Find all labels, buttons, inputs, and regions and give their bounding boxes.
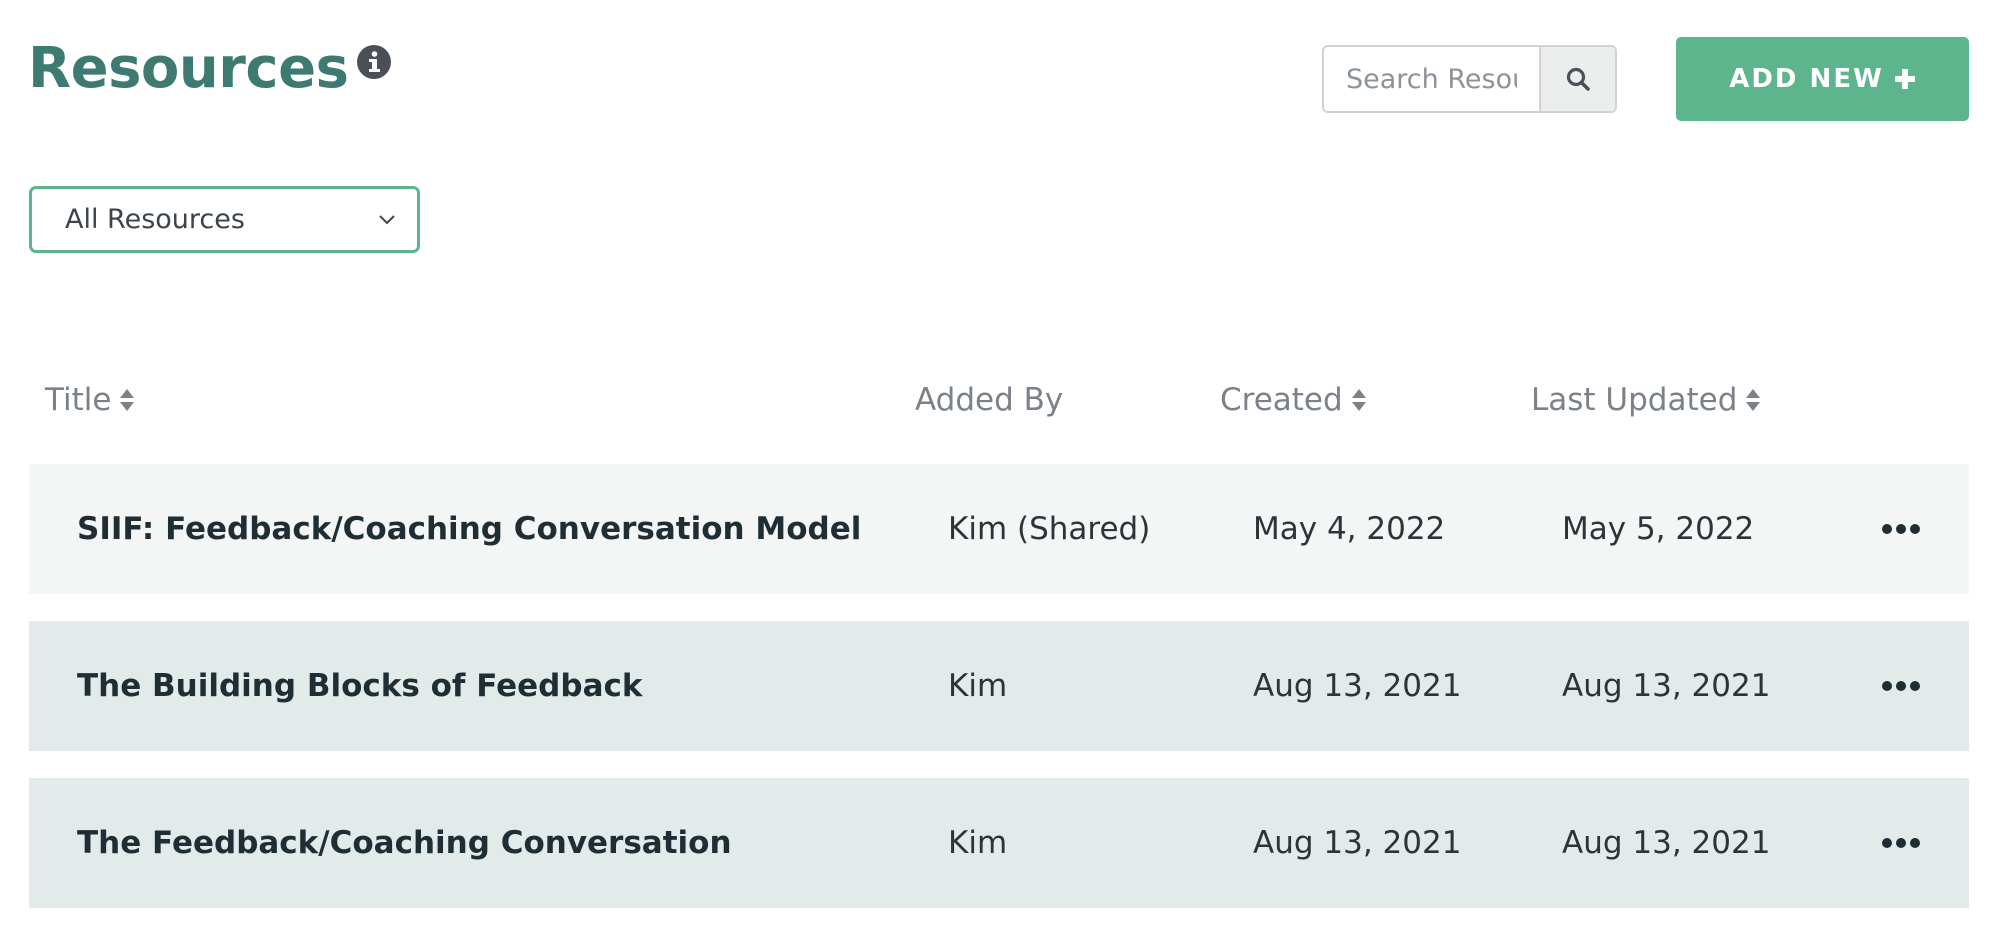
page-title: Resources [28,36,349,101]
add-new-label: ADD NEW [1729,64,1884,94]
page-header: Resources [28,34,392,104]
search-button[interactable] [1539,47,1615,111]
resource-title[interactable]: The Building Blocks of Feedback [77,621,642,751]
search-icon [1566,67,1590,91]
search-input[interactable] [1324,47,1539,111]
search-box [1322,45,1617,113]
row-menu-button[interactable] [1871,621,1931,751]
add-new-button[interactable]: ADD NEW [1676,37,1969,121]
resource-title[interactable]: The Feedback/Coaching Conversation [77,778,732,908]
sort-icon [120,389,135,411]
table-row[interactable]: The Building Blocks of Feedback Kim Aug … [29,621,1969,751]
created-date: May 4, 2022 [1253,511,1446,547]
sort-icon [1746,389,1761,411]
created-date: Aug 13, 2021 [1253,668,1462,704]
added-by: Kim [948,668,1008,704]
column-label: Title [45,382,112,418]
table-row[interactable]: SIIF: Feedback/Coaching Conversation Mod… [29,464,1969,594]
row-menu-button[interactable] [1871,778,1931,908]
added-by: Kim (Shared) [948,511,1151,547]
created-date: Aug 13, 2021 [1253,825,1462,861]
sort-icon [1351,389,1366,411]
resource-title[interactable]: SIIF: Feedback/Coaching Conversation Mod… [77,464,861,594]
table-row[interactable]: The Feedback/Coaching Conversation Kim A… [29,778,1969,908]
filter-selected-value: All Resources [65,204,245,235]
chevron-down-icon [379,214,395,224]
column-header-title[interactable]: Title [45,370,135,430]
last-updated-date: Aug 13, 2021 [1562,825,1771,861]
last-updated-date: May 5, 2022 [1562,511,1755,547]
added-by: Kim [948,825,1008,861]
more-horizontal-icon [1882,681,1920,691]
column-label: Last Updated [1531,382,1738,418]
last-updated-date: Aug 13, 2021 [1562,668,1771,704]
row-menu-button[interactable] [1871,464,1931,594]
column-label: Added By [915,382,1064,418]
table-header: Title Added By Created Last Updated [29,370,1969,430]
resources-page: Resources ADD NEW All Resources [0,0,1998,926]
column-header-added-by: Added By [915,370,1063,430]
more-horizontal-icon [1882,838,1920,848]
column-header-last-updated[interactable]: Last Updated [1531,370,1761,430]
column-label: Created [1220,382,1343,418]
info-circle-icon[interactable] [356,44,392,80]
plus-icon [1894,69,1915,89]
column-header-created[interactable]: Created [1220,370,1367,430]
resource-filter-select[interactable]: All Resources [29,186,420,253]
more-horizontal-icon [1882,524,1920,534]
